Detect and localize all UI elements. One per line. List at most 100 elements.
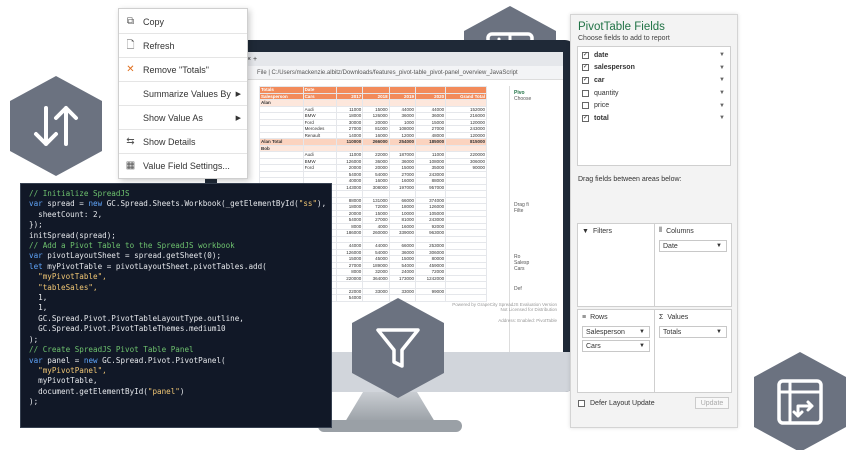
chevron-down-icon[interactable]: ▼ — [719, 77, 725, 83]
watermark-line-3: Address: Enabled: PivotTable — [498, 318, 557, 323]
columns-area[interactable]: ⦀ Columns Date ▼ — [654, 223, 732, 307]
field-checkbox[interactable]: ✓ — [582, 76, 589, 84]
menu-item-summarize-values-by[interactable]: Summarize Values By ▶ — [119, 84, 247, 103]
chevron-down-icon[interactable]: ▼ — [639, 329, 645, 335]
chevron-down-icon[interactable]: ▼ — [719, 115, 725, 121]
context-menu: ⧉ Copy 🗋 Refresh ✕ Remove "Totals" Summa… — [118, 8, 248, 179]
menu-item-show-details[interactable]: ⇆ Show Details — [119, 132, 247, 151]
menu-item-show-value-as[interactable]: Show Value As ▶ — [119, 108, 247, 127]
filter-icon: ▼ — [582, 227, 589, 235]
chevron-down-icon[interactable]: ▼ — [639, 343, 645, 349]
monitor-stand — [345, 392, 435, 422]
values-area[interactable]: Σ Values Totals ▼ — [654, 309, 732, 393]
field-item-salesperson[interactable]: ✓ salesperson ▼ — [578, 62, 730, 75]
columns-label: Columns — [666, 227, 694, 235]
code-token: ) — [179, 386, 185, 396]
chevron-down-icon[interactable]: ▼ — [719, 103, 725, 109]
pivot-icon-hexagon — [754, 352, 846, 450]
rows-item-cars[interactable]: Cars ▼ — [582, 340, 650, 352]
menu-separator — [119, 57, 247, 58]
filters-header: ▼ Filters — [578, 224, 654, 238]
pivot-table-fields-panel: PivotTable Fields Choose fields to add t… — [570, 14, 738, 428]
menu-separator — [119, 81, 247, 82]
menu-item-copy[interactable]: ⧉ Copy — [119, 12, 247, 31]
code-line: var panel = new GC.Spread.Pivot.PivotPan… — [29, 356, 323, 366]
sheet-cell[interactable] — [362, 294, 390, 302]
code-line: GC.Spread.Pivot.PivotTableThemes.medium1… — [29, 324, 323, 334]
sheet-cell[interactable] — [445, 294, 487, 302]
chevron-down-icon[interactable]: ▼ — [716, 329, 722, 335]
code-token: "ss" — [298, 199, 318, 209]
browser-tab-bar: × + — [217, 52, 563, 66]
field-item-total[interactable]: ✓ total ▼ — [578, 112, 730, 125]
code-editor: // Initialize SpreadJS var spread = new G… — [20, 183, 332, 428]
sort-icon-hexagon — [10, 76, 102, 176]
field-checkbox[interactable] — [582, 89, 589, 97]
update-button[interactable]: Update — [695, 397, 729, 409]
code-line: "myPivotPanel", — [29, 366, 323, 376]
field-item-quantity[interactable]: quantity ▼ — [578, 87, 730, 100]
menu-item-remove-totals[interactable]: ✕ Remove "Totals" — [119, 60, 247, 79]
chevron-down-icon[interactable]: ▼ — [719, 65, 725, 71]
code-line: 1, — [29, 303, 323, 313]
columns-item-date[interactable]: Date ▼ — [659, 240, 727, 252]
code-token: GC.Spread.Pivot.PivotTableLayoutType.out… — [29, 313, 244, 323]
values-item-totals[interactable]: Totals ▼ — [659, 326, 727, 338]
close-icon: ✕ — [126, 64, 135, 75]
menu-separator — [119, 153, 247, 154]
filters-area[interactable]: ▼ Filters — [577, 223, 655, 307]
code-token: // Add a Pivot Table to the SpreadJS wor… — [29, 241, 235, 251]
sheet-cell[interactable] — [388, 294, 417, 302]
sheet-cell[interactable]: 54000 — [335, 294, 364, 302]
field-list: ✓ date ▼ ✓ salesperson ▼ ✓ car ▼ quantity ▼ price ▼ ✓… — [577, 46, 731, 166]
pill-label: Salesperson — [586, 328, 625, 336]
code-token: sheetCount: 2, — [29, 209, 103, 219]
settings-icon: ▦ — [125, 160, 136, 171]
drag-fields-label: Drag fields between areas below: — [578, 176, 682, 183]
field-label: quantity — [594, 89, 619, 97]
field-label: date — [594, 51, 609, 59]
chevron-down-icon[interactable]: ▼ — [719, 52, 725, 58]
code-token: GC.Spread.Pivot.PivotPanel( — [97, 355, 226, 365]
field-label: total — [594, 114, 609, 122]
menu-item-label: Show Details — [143, 136, 196, 147]
code-token: // Create SpreadJS Pivot Table Panel — [29, 345, 194, 355]
sigma-icon: Σ — [659, 313, 664, 321]
rows-item-salesperson[interactable]: Salesperson ▼ — [582, 326, 650, 338]
columns-header: ⦀ Columns — [655, 224, 731, 238]
menu-item-value-field-settings[interactable]: ▦ Value Field Settings... — [119, 156, 247, 175]
new-tab-icon[interactable]: × + — [247, 56, 257, 63]
defer-checkbox[interactable] — [578, 400, 585, 407]
field-checkbox[interactable]: ✓ — [582, 64, 589, 72]
address-bar[interactable]: File | C:/Users/mackenzie.albitz/Downloa… — [217, 66, 563, 80]
values-label: Values — [667, 313, 689, 321]
field-checkbox[interactable]: ✓ — [582, 114, 589, 122]
submenu-arrow-icon: ▶ — [235, 90, 241, 98]
code-token: 1, — [29, 303, 48, 313]
code-token: "tableSales", — [29, 282, 98, 292]
field-checkbox[interactable] — [582, 102, 589, 110]
code-token: "panel" — [147, 386, 180, 396]
code-line: GC.Spread.Pivot.PivotTableLayoutType.out… — [29, 314, 323, 324]
code-token: pivotLayoutSheet = spread.getSheet(0); — [42, 251, 222, 261]
chevron-down-icon[interactable]: ▼ — [716, 243, 722, 249]
values-header: Σ Values — [655, 310, 731, 324]
menu-item-label: Show Value As — [143, 112, 203, 123]
field-item-car[interactable]: ✓ car ▼ — [578, 74, 730, 87]
code-token: new — [88, 199, 103, 209]
sheet-cell[interactable] — [415, 294, 447, 302]
chevron-down-icon[interactable]: ▼ — [719, 90, 725, 96]
filters-label: Filters — [592, 227, 612, 235]
rows-header: ≡ Rows — [578, 310, 654, 324]
defer-layout-update[interactable]: Defer Layout Update — [578, 400, 655, 407]
field-checkbox[interactable]: ✓ — [582, 51, 589, 59]
rows-icon: ≡ — [582, 313, 587, 321]
menu-item-refresh[interactable]: 🗋 Refresh — [119, 36, 247, 55]
pill-label: Cars — [586, 342, 601, 350]
rows-area[interactable]: ≡ Rows Salesperson ▼ Cars ▼ — [577, 309, 655, 393]
code-token: }); — [29, 220, 43, 230]
field-item-date[interactable]: ✓ date ▼ — [578, 49, 730, 62]
panel-title: PivotTable Fields — [578, 21, 665, 33]
code-line: "tableSales", — [29, 283, 323, 293]
field-item-price[interactable]: price ▼ — [578, 99, 730, 112]
